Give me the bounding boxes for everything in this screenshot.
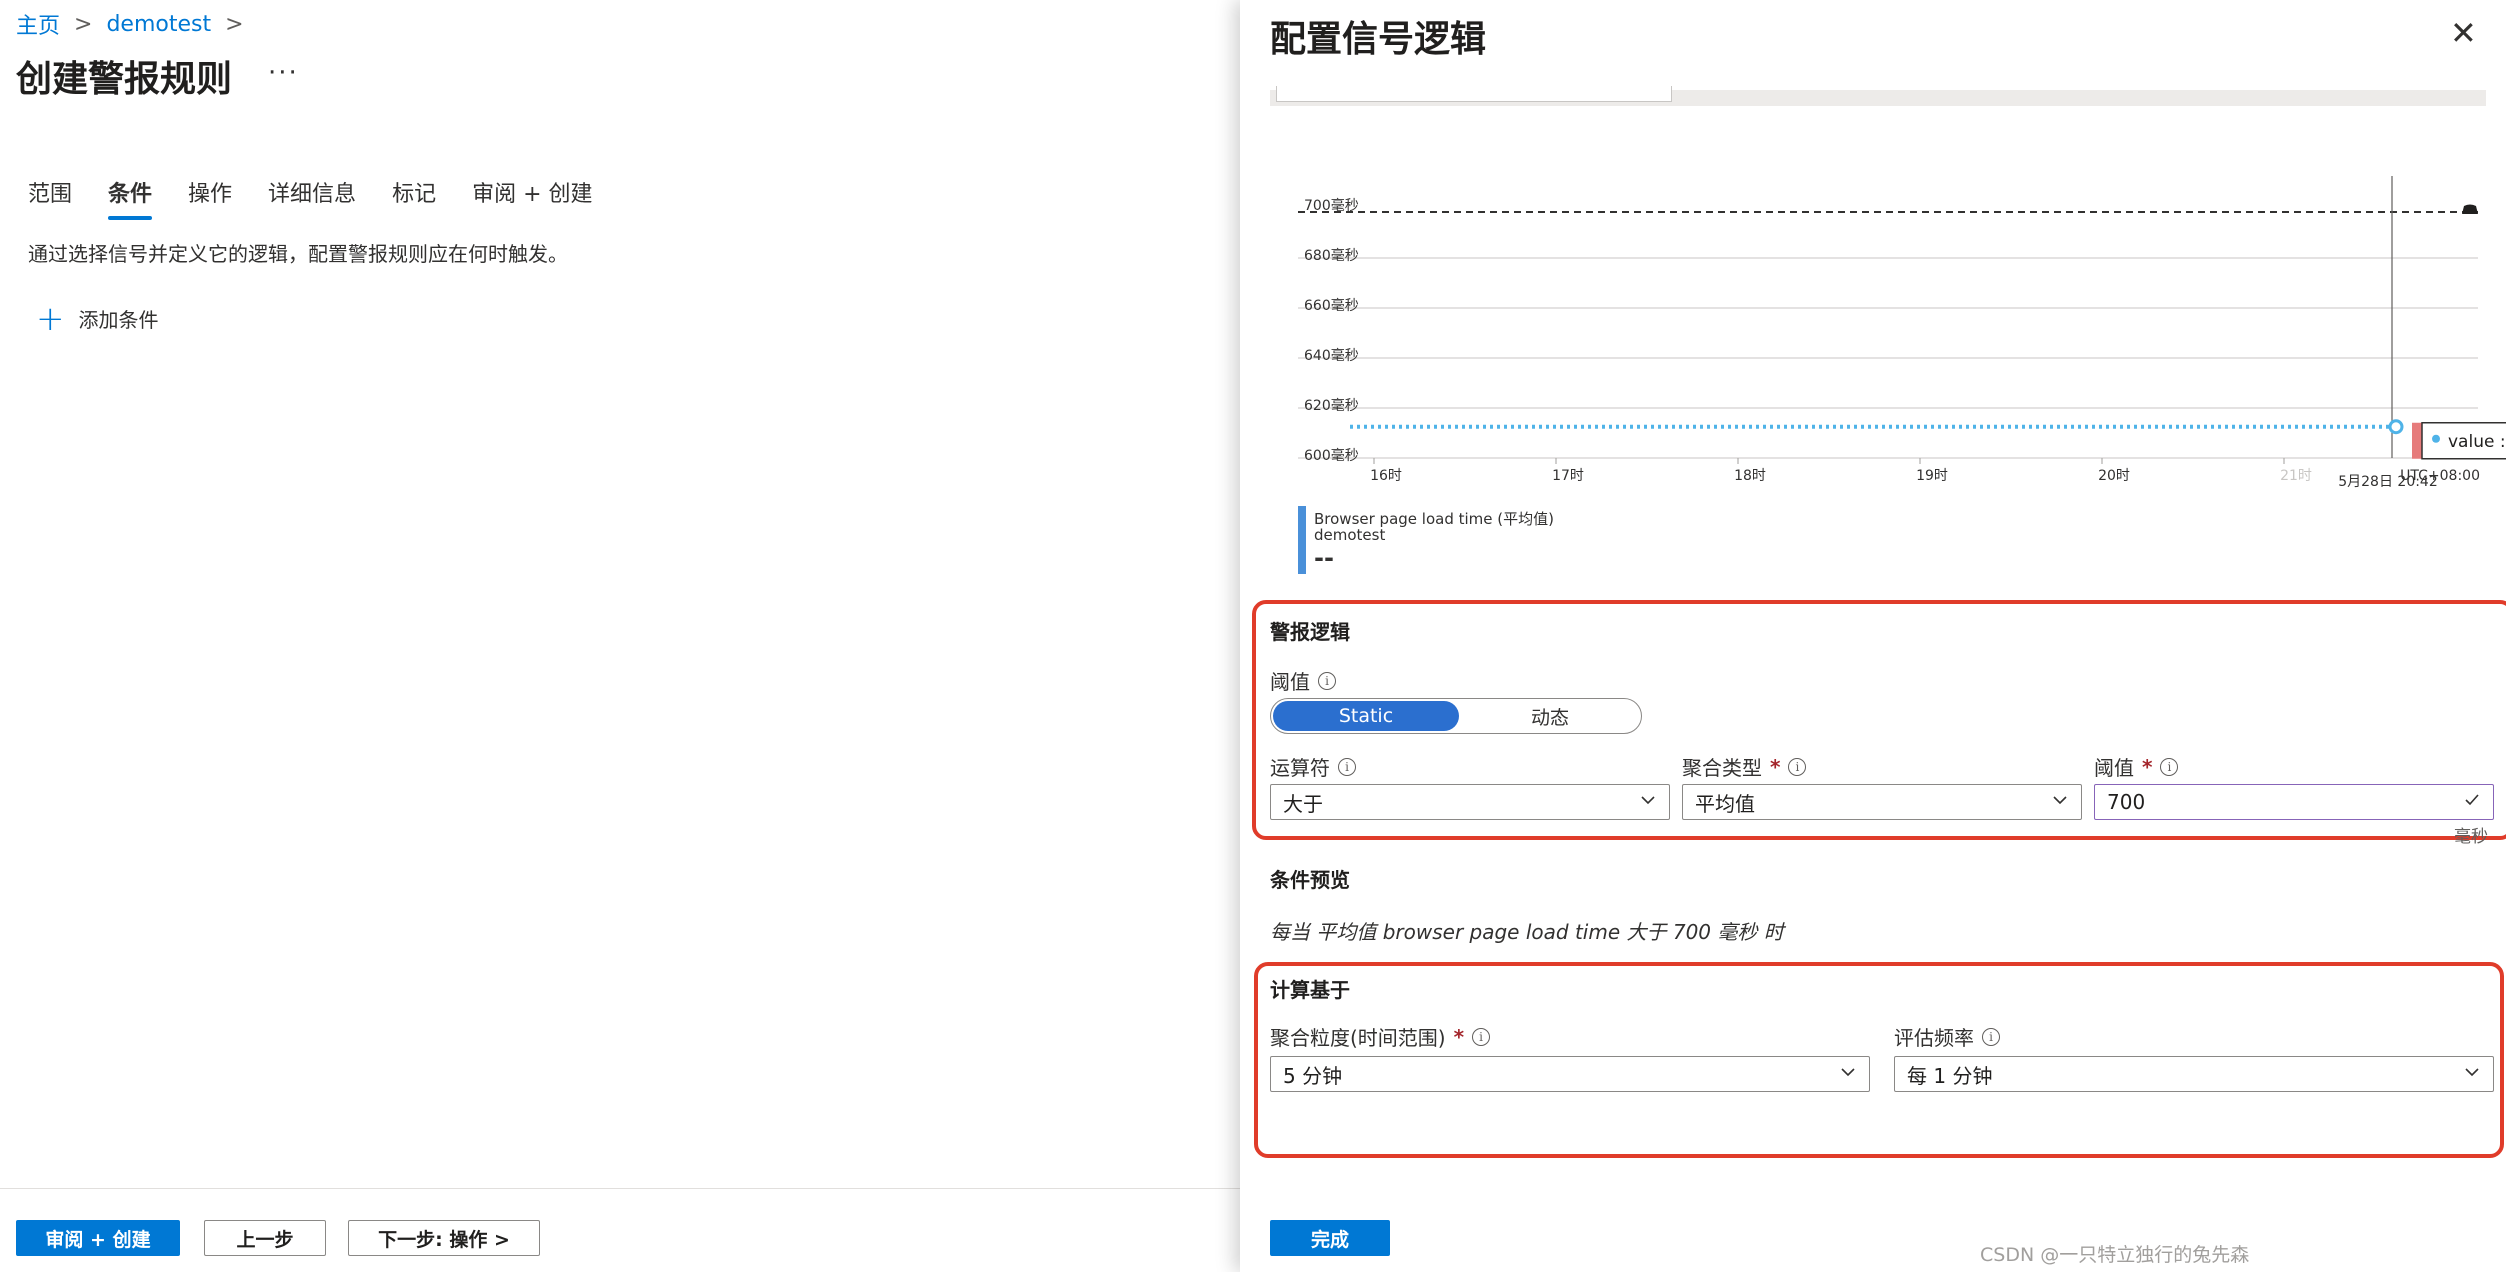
threshold-value-label: 阈值 * i: [2094, 752, 2179, 781]
info-icon[interactable]: i: [1788, 757, 1807, 776]
chevron-right-icon: >: [74, 11, 93, 37]
threshold-type-toggle[interactable]: Static 动态: [1270, 698, 1642, 734]
operator-dropdown[interactable]: 大于: [1270, 784, 1670, 820]
tab-list: 范围 条件 操作 详细信息 标记 审阅 + 创建: [28, 176, 593, 220]
threshold-value: 700: [2107, 790, 2146, 814]
condition-preview-text: 每当 平均值 browser page load time 大于 700 毫秒 …: [1270, 920, 1784, 944]
x-tick-label: 16时: [1370, 468, 1402, 484]
evaluation-title: 计算基于: [1270, 978, 1350, 1002]
signal-input-edge: [1276, 86, 1672, 102]
configure-signal-logic-panel: 配置信号逻辑 ✕ 600毫秒 620毫秒 640毫秒 660毫秒 680毫秒 700毫秒 …: [1240, 0, 2506, 1272]
tab-review-create[interactable]: 审阅 + 创建: [472, 176, 592, 220]
granularity-label: 聚合粒度(时间范围) * i: [1270, 1022, 1491, 1051]
granularity-label-text: 聚合粒度(时间范围): [1270, 1026, 1446, 1050]
tab-condition[interactable]: 条件: [108, 176, 153, 220]
add-condition-label: 添加条件: [78, 308, 159, 332]
panel-title: 配置信号逻辑: [1270, 19, 1487, 60]
frequency-dropdown[interactable]: 每 1 分钟: [1894, 1056, 2494, 1092]
y-tick-label: 640毫秒: [1304, 347, 1359, 364]
create-alert-rule-blade: 主页 > demotest > 创建警报规则 ··· 范围 条件 操作 详细信息…: [0, 0, 1240, 1272]
tab-tags[interactable]: 标记: [392, 176, 436, 220]
info-icon[interactable]: i: [1472, 1027, 1491, 1046]
threshold-type-text: 阈值: [1270, 670, 1310, 694]
signal-chart: 600毫秒620毫秒640毫秒660毫秒680毫秒700毫秒 16时 17时 18时…: [1298, 176, 2506, 490]
frequency-label: 评估频率 i: [1894, 1022, 2000, 1051]
info-icon[interactable]: i: [1318, 671, 1336, 690]
x-tick-label: 19时: [1916, 468, 1948, 484]
condition-description: 通过选择信号并定义它的逻辑，配置警报规则应在何时触发。: [28, 242, 568, 266]
chevron-down-icon: [1841, 1068, 1855, 1077]
operator-value: 大于: [1283, 791, 1323, 816]
plus-icon: +: [36, 298, 65, 339]
condition-preview-title: 条件预览: [1270, 868, 1350, 892]
y-tick-label: 620毫秒: [1304, 397, 1359, 414]
review-create-button[interactable]: 审阅 + 创建: [16, 1220, 180, 1256]
tab-actions[interactable]: 操作: [188, 176, 232, 220]
aggregation-type-text: 聚合类型: [1682, 756, 1762, 780]
info-icon[interactable]: i: [2160, 757, 2179, 776]
toggle-static-option[interactable]: Static: [1273, 701, 1459, 731]
info-icon[interactable]: i: [1982, 1027, 2000, 1046]
toggle-dynamic-option[interactable]: 动态: [1461, 701, 1639, 731]
footer-divider: [0, 1188, 1240, 1189]
operator-label: 运算符 i: [1270, 752, 1356, 781]
aggregation-type-value: 平均值: [1695, 791, 1755, 816]
previous-button[interactable]: 上一步: [204, 1220, 326, 1256]
breadcrumb-resource-link[interactable]: demotest: [106, 12, 211, 37]
y-tick-label: 660毫秒: [1304, 297, 1359, 314]
page-title: 创建警报规则: [16, 59, 233, 100]
next-button[interactable]: 下一步: 操作 >: [348, 1220, 540, 1256]
y-tick-label: 600毫秒: [1304, 447, 1359, 464]
chevron-down-icon: [1641, 796, 1655, 805]
threshold-type-label: 阈值 i: [1270, 666, 1336, 695]
chevron-right-icon: >: [225, 11, 244, 37]
frequency-label-text: 评估频率: [1894, 1026, 1974, 1050]
chevron-down-icon: [2465, 1068, 2479, 1077]
checkmark-icon: [2465, 794, 2479, 806]
add-condition-button[interactable]: + 添加条件: [36, 298, 159, 339]
alert-logic-title: 警报逻辑: [1270, 620, 1350, 644]
x-tick-label: 21时: [2280, 468, 2312, 484]
threshold-value-input[interactable]: 700: [2094, 784, 2494, 820]
x-tick-label: 18时: [1734, 468, 1766, 484]
legend-color-bar: [1298, 506, 1306, 574]
more-options-icon[interactable]: ···: [268, 58, 299, 88]
operator-label-text: 运算符: [1270, 756, 1330, 780]
cursor-time-label: 5月28日 20:42: [2338, 474, 2438, 490]
done-button[interactable]: 完成: [1270, 1220, 1390, 1256]
tooltip-text: value : 612.5毫秒: [2448, 432, 2506, 452]
threshold-marker: [2462, 204, 2478, 214]
csdn-watermark: CSDN @一只特立独行的兔先森: [1980, 1244, 2250, 1266]
x-tick-label: 17时: [1552, 468, 1584, 484]
info-icon[interactable]: i: [1338, 757, 1356, 776]
frequency-value: 每 1 分钟: [1907, 1063, 1993, 1088]
legend-value: --: [1314, 544, 1334, 572]
y-tick-label: 680毫秒: [1304, 247, 1359, 264]
aggregation-type-dropdown[interactable]: 平均值: [1682, 784, 2082, 820]
close-icon[interactable]: ✕: [2450, 14, 2477, 52]
threshold-value-text: 阈值: [2094, 756, 2134, 780]
x-tick-label: 20时: [2098, 468, 2130, 484]
breadcrumb-home-link[interactable]: 主页: [16, 8, 60, 40]
aggregation-type-label: 聚合类型 * i: [1682, 752, 1807, 781]
threshold-unit: 毫秒: [2454, 827, 2488, 847]
cursor-point: [2388, 419, 2404, 435]
tab-scope[interactable]: 范围: [28, 176, 72, 220]
breadcrumb: 主页 > demotest >: [16, 8, 244, 40]
tab-details[interactable]: 详细信息: [268, 176, 356, 220]
granularity-dropdown[interactable]: 5 分钟: [1270, 1056, 1870, 1092]
chevron-down-icon: [2053, 796, 2067, 805]
legend-resource: demotest: [1314, 526, 1386, 544]
granularity-value: 5 分钟: [1283, 1063, 1343, 1088]
tooltip-dot: [2432, 434, 2440, 443]
